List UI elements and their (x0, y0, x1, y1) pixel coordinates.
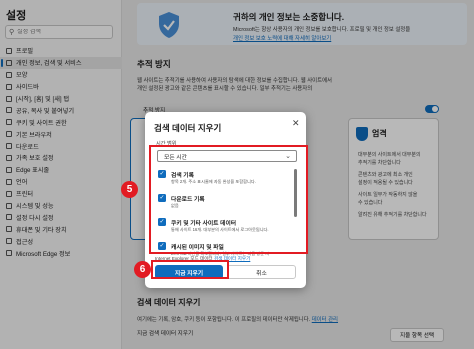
step-6-marker: 6 (134, 261, 151, 278)
dialog-title: 검색 데이터 지우기 (154, 123, 222, 133)
step-5-marker: 5 (121, 181, 138, 198)
highlight-box-checkbox-list (149, 145, 308, 254)
close-icon[interactable]: ✕ (292, 118, 300, 129)
highlight-box-clear-button (151, 260, 229, 279)
cancel-button[interactable]: 취소 (227, 265, 296, 279)
